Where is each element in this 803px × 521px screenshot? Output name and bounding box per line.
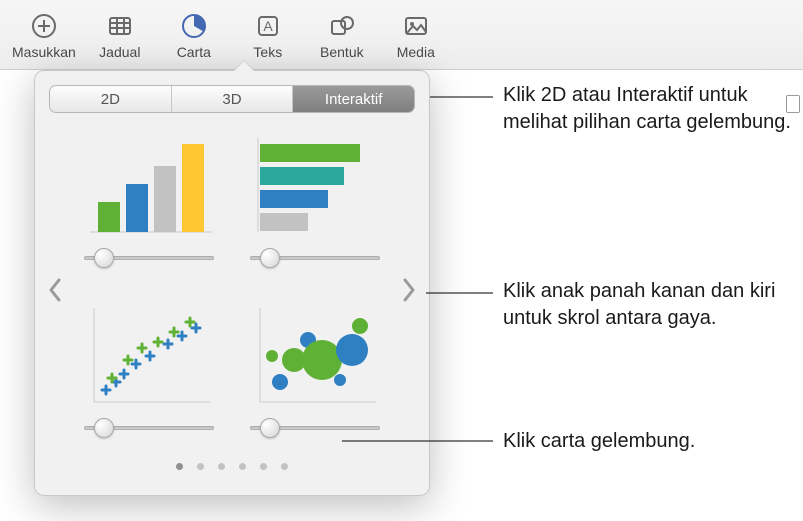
page-dot[interactable] <box>239 463 246 470</box>
toolbar-label: Jadual <box>99 44 140 60</box>
toolbar-label: Carta <box>177 44 211 60</box>
page-dot[interactable] <box>176 463 183 470</box>
bar-chart-icon <box>247 125 383 245</box>
column-chart-icon <box>81 125 217 245</box>
page-dot[interactable] <box>197 463 204 470</box>
page-dot[interactable] <box>281 463 288 470</box>
chart-grid <box>45 123 419 457</box>
tab-interactive[interactable]: Interaktif <box>293 86 414 112</box>
toolbar-table[interactable]: Jadual <box>86 8 154 65</box>
nav-left-arrow[interactable] <box>41 268 69 312</box>
chart-icon <box>178 10 210 42</box>
table-icon <box>104 10 136 42</box>
toolbar-label: Masukkan <box>12 44 76 60</box>
tab-2d[interactable]: 2D <box>50 86 172 112</box>
toolbar-shape[interactable]: Bentuk <box>308 8 376 65</box>
chart-type-tabs: 2D 3D Interaktif <box>49 85 415 113</box>
toolbar-label: Bentuk <box>320 44 364 60</box>
chart-tile-column[interactable] <box>71 123 227 287</box>
callout-text-1: Klik 2D atau Interaktif untuk melihat pi… <box>503 82 803 136</box>
toolbar-insert[interactable]: Masukkan <box>8 8 80 65</box>
chart-popover: 2D 3D Interaktif <box>34 70 430 496</box>
tab-3d[interactable]: 3D <box>172 86 294 112</box>
chart-tile-scatter[interactable] <box>71 293 227 457</box>
chevron-left-icon <box>47 277 63 303</box>
nav-right-arrow[interactable] <box>395 268 423 312</box>
page-dots <box>35 463 429 470</box>
scatter-chart-icon <box>81 295 217 415</box>
toolbar-label: Teks <box>253 44 282 60</box>
color-slider[interactable] <box>84 253 214 263</box>
chevron-right-icon <box>401 277 417 303</box>
callout-text-3: Klik carta gelembung. <box>503 428 803 455</box>
color-slider[interactable] <box>250 423 380 433</box>
media-icon <box>400 10 432 42</box>
toolbar-text[interactable]: A Teks <box>234 8 302 65</box>
toolbar: Masukkan Jadual Carta A Teks Bentuk Medi… <box>0 0 803 70</box>
text-icon: A <box>252 10 284 42</box>
shape-icon <box>326 10 358 42</box>
toolbar-label: Media <box>397 44 435 60</box>
insert-icon <box>28 10 60 42</box>
popover-arrow-icon <box>233 61 255 72</box>
page-dot[interactable] <box>218 463 225 470</box>
chart-tile-bar[interactable] <box>237 123 393 287</box>
page-dot[interactable] <box>260 463 267 470</box>
color-slider[interactable] <box>250 253 380 263</box>
chart-tile-bubble[interactable] <box>237 293 393 457</box>
toolbar-media[interactable]: Media <box>382 8 450 65</box>
bubble-chart-icon <box>247 295 383 415</box>
toolbar-chart[interactable]: Carta <box>160 8 228 65</box>
callout-text-2: Klik anak panah kanan dan kiri untuk skr… <box>503 278 803 332</box>
color-slider[interactable] <box>84 423 214 433</box>
svg-text:A: A <box>263 18 273 34</box>
